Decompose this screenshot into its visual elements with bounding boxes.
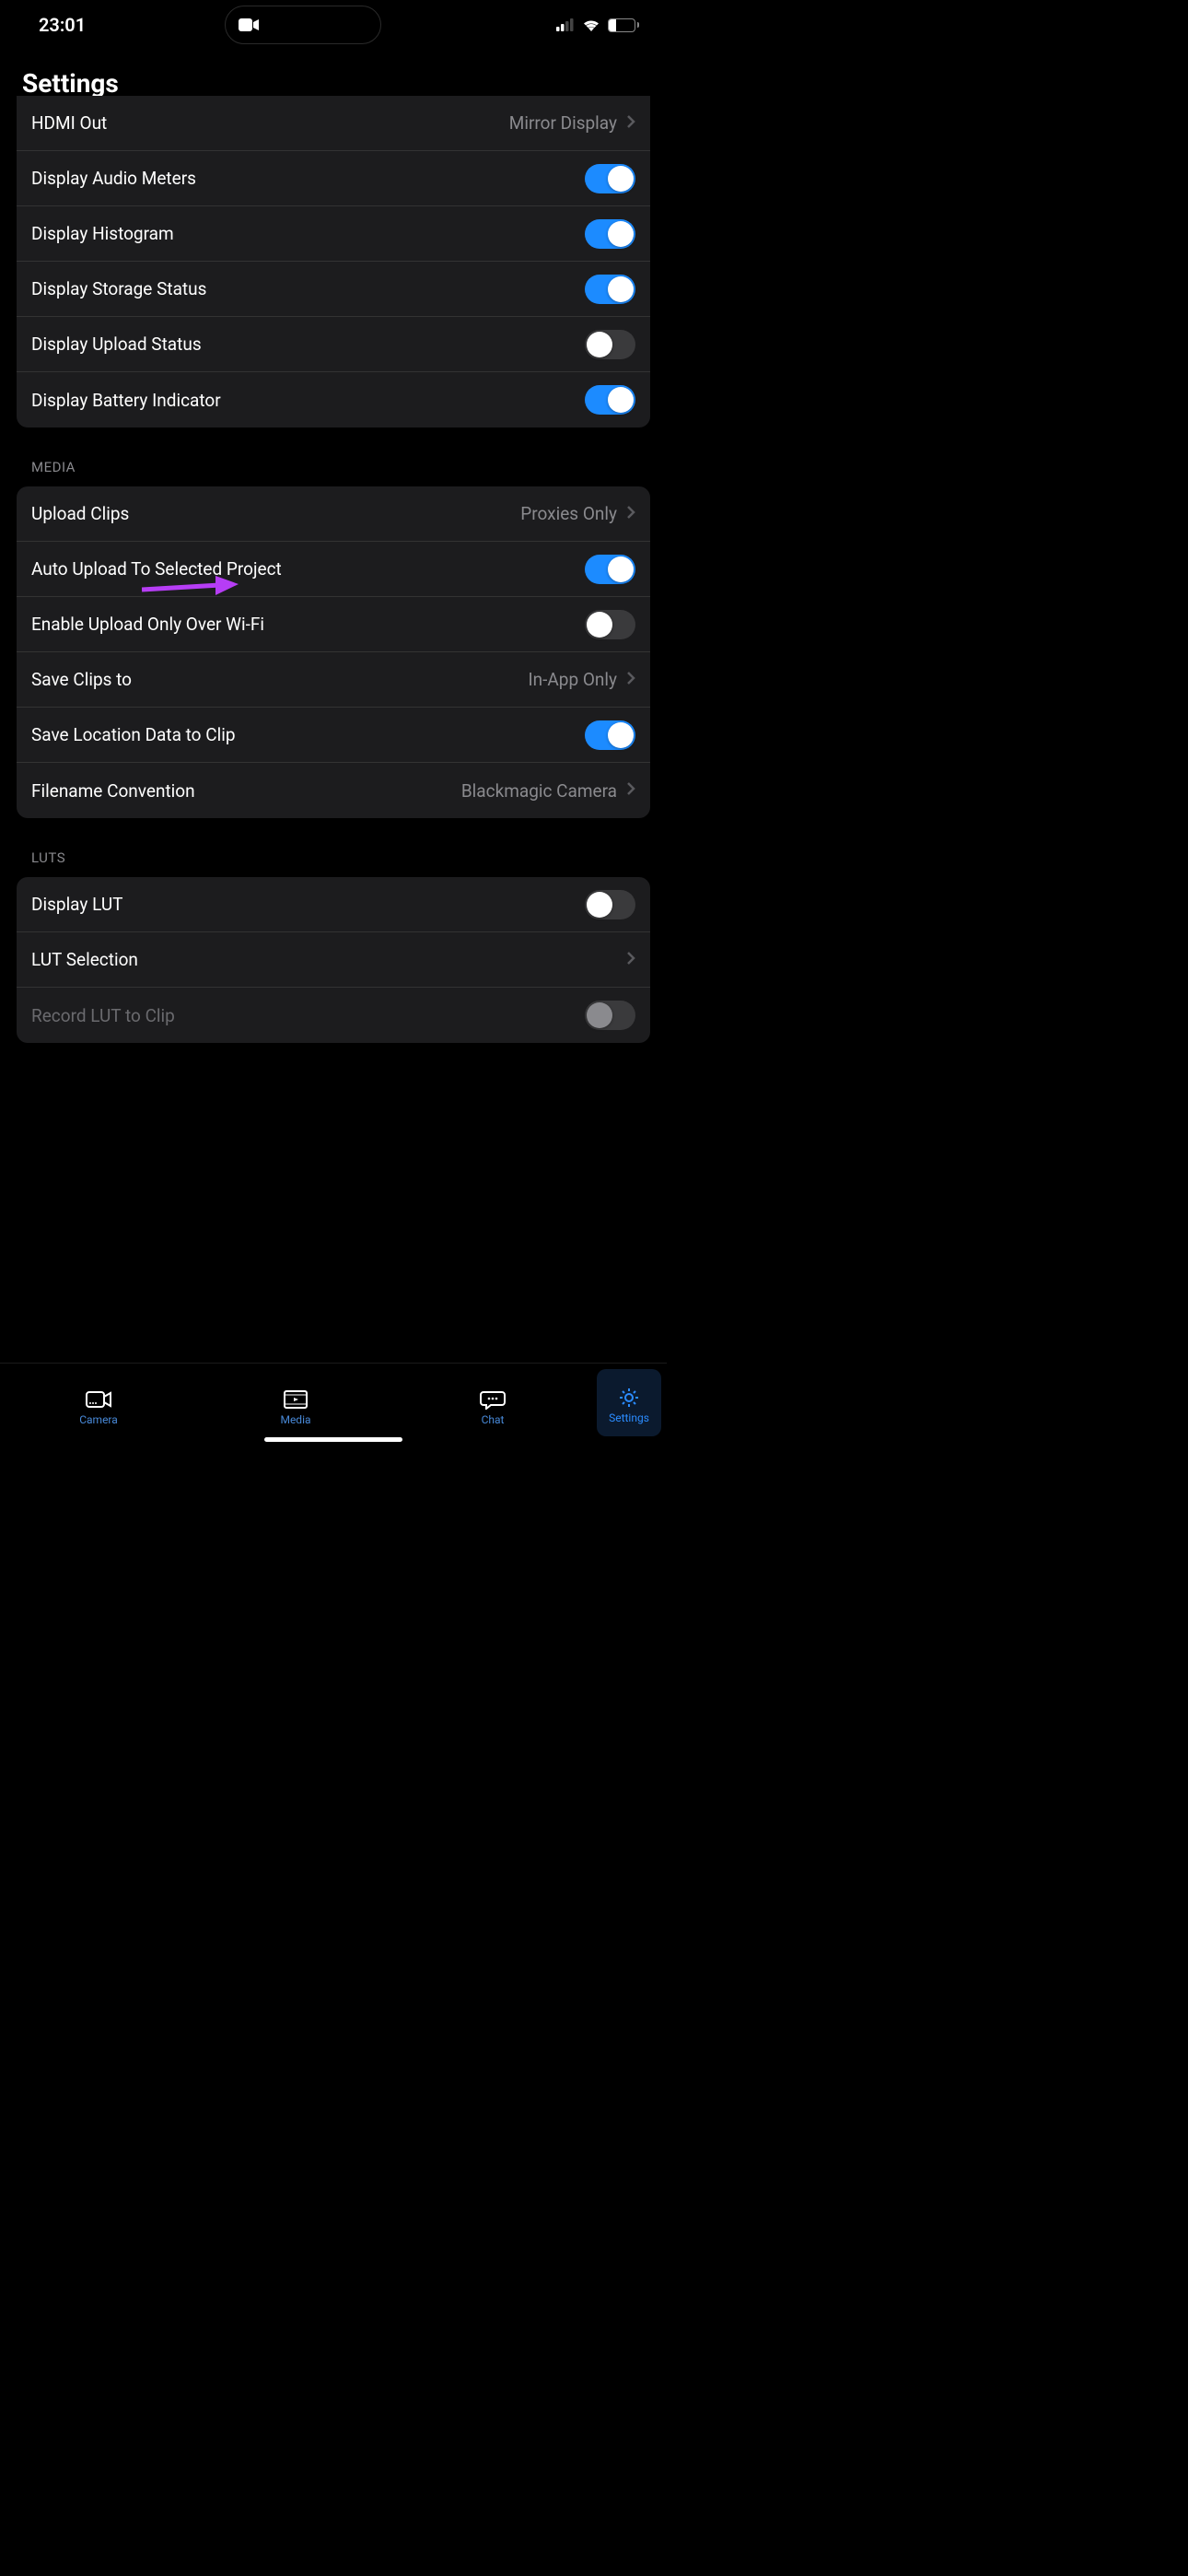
row-label: Display Audio Meters <box>31 168 196 189</box>
tab-chat[interactable]: Chat <box>394 1364 591 1446</box>
tab-settings[interactable]: Settings <box>597 1369 661 1436</box>
status-bar: 23:01 26 <box>0 0 667 50</box>
section-header-media: MEDIA <box>0 431 667 483</box>
row-display-lut: Display LUT <box>17 877 650 932</box>
row-upload-clips[interactable]: Upload Clips Proxies Only <box>17 486 650 542</box>
row-label: Save Clips to <box>31 669 132 690</box>
home-indicator[interactable] <box>264 1437 402 1442</box>
status-time: 23:01 <box>39 14 86 36</box>
toggle-audio-meters[interactable] <box>585 164 635 193</box>
row-auto-upload: Auto Upload To Selected Project <box>17 542 650 597</box>
tab-label: Camera <box>79 1413 118 1426</box>
toggle-wifi-only[interactable] <box>585 610 635 639</box>
wifi-icon <box>582 18 600 32</box>
chevron-right-icon <box>626 951 635 969</box>
row-label: Display Battery Indicator <box>31 390 221 411</box>
status-icons: 26 <box>556 18 639 32</box>
chevron-right-icon <box>626 114 635 133</box>
toggle-battery-indicator[interactable] <box>585 385 635 415</box>
battery-indicator: 26 <box>608 18 639 32</box>
toggle-save-location[interactable] <box>585 720 635 750</box>
tab-bar: Camera Media Chat Settings <box>0 1363 667 1446</box>
row-save-clips-to[interactable]: Save Clips to In-App Only <box>17 652 650 708</box>
row-value: Proxies Only <box>520 503 617 524</box>
row-label: LUT Selection <box>31 949 138 970</box>
dynamic-island <box>225 6 381 44</box>
media-icon <box>283 1389 309 1410</box>
row-label: Display Upload Status <box>31 334 202 355</box>
row-label: Upload Clips <box>31 503 129 524</box>
chat-icon <box>480 1389 506 1410</box>
camera-icon <box>86 1389 111 1410</box>
tab-label: Media <box>280 1413 310 1426</box>
row-label: Enable Upload Only Over Wi-Fi <box>31 614 264 635</box>
group-media: Upload Clips Proxies Only Auto Upload To… <box>17 486 650 818</box>
group-display: HDMI Out Mirror Display Display Audio Me… <box>17 96 650 427</box>
row-lut-selection[interactable]: LUT Selection <box>17 932 650 988</box>
row-wifi-only: Enable Upload Only Over Wi-Fi <box>17 597 650 652</box>
chevron-right-icon <box>626 781 635 800</box>
row-hdmi-out[interactable]: HDMI Out Mirror Display <box>17 96 650 151</box>
toggle-histogram[interactable] <box>585 219 635 249</box>
chevron-right-icon <box>626 505 635 523</box>
settings-content: HDMI Out Mirror Display Display Audio Me… <box>0 96 667 1363</box>
row-label: Save Location Data to Clip <box>31 724 236 745</box>
row-label: Auto Upload To Selected Project <box>31 558 282 580</box>
row-save-location-data: Save Location Data to Clip <box>17 708 650 763</box>
toggle-storage-status[interactable] <box>585 275 635 304</box>
tab-label: Settings <box>609 1411 649 1424</box>
row-display-histogram: Display Histogram <box>17 206 650 262</box>
row-display-upload-status: Display Upload Status <box>17 317 650 372</box>
row-filename-convention[interactable]: Filename Convention Blackmagic Camera <box>17 763 650 818</box>
row-label: Record LUT to Clip <box>31 1005 175 1026</box>
row-label: Filename Convention <box>31 780 195 802</box>
camera-indicator-icon <box>239 18 259 32</box>
row-display-audio-meters: Display Audio Meters <box>17 151 650 206</box>
toggle-display-lut[interactable] <box>585 890 635 919</box>
row-record-lut: Record LUT to Clip <box>17 988 650 1043</box>
tab-camera[interactable]: Camera <box>0 1364 197 1446</box>
tab-media[interactable]: Media <box>197 1364 394 1446</box>
row-label: Display Storage Status <box>31 278 206 299</box>
row-value: In-App Only <box>528 669 617 690</box>
tab-label: Chat <box>482 1413 505 1426</box>
row-display-storage-status: Display Storage Status <box>17 262 650 317</box>
row-display-battery-indicator: Display Battery Indicator <box>17 372 650 427</box>
row-label: HDMI Out <box>31 112 107 134</box>
row-label: Display Histogram <box>31 223 174 244</box>
toggle-upload-status[interactable] <box>585 330 635 359</box>
cellular-icon <box>556 18 575 31</box>
row-label: Display LUT <box>31 894 122 915</box>
row-value: Blackmagic Camera <box>461 780 617 802</box>
toggle-record-lut <box>585 1001 635 1030</box>
toggle-auto-upload[interactable] <box>585 555 635 584</box>
gear-icon <box>616 1388 642 1408</box>
section-header-luts: LUTS <box>0 822 667 873</box>
group-luts: Display LUT LUT Selection Record LUT to … <box>17 877 650 1043</box>
row-value: Mirror Display <box>509 112 617 134</box>
chevron-right-icon <box>626 671 635 689</box>
